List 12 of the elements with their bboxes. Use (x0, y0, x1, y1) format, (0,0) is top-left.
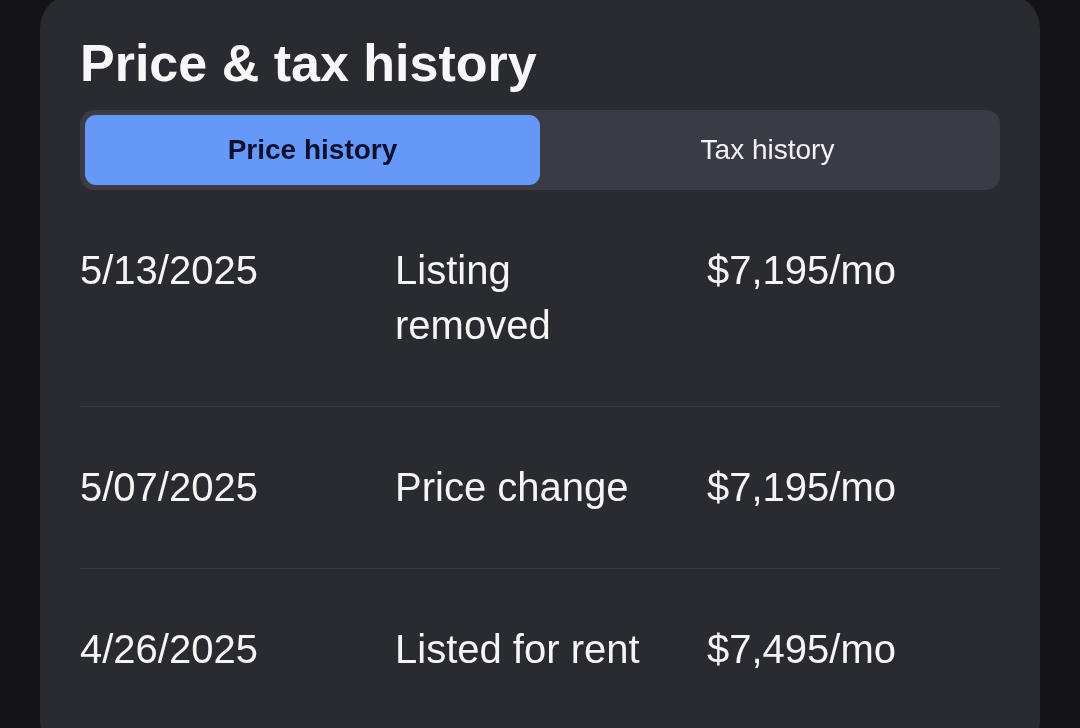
price-cell-text: $7,195/mo (707, 464, 898, 511)
section-title: Price & tax history (80, 34, 538, 92)
date-cell-text: 5/13/2025 (80, 247, 259, 294)
event-cell-text: Listed for rent (395, 626, 641, 673)
event-cell-text: Price change (395, 464, 630, 511)
price-cell-text: $7,195/mo (707, 247, 898, 294)
date-cell-text: 4/26/2025 (80, 626, 259, 673)
event-cell-text: Listing removed (395, 247, 552, 349)
date-cell-text: 5/07/2025 (80, 464, 259, 511)
tab[interactable]: Price history (85, 115, 540, 185)
price-cell-text: $7,495/mo (707, 626, 898, 673)
tab[interactable]: Tax history (540, 115, 995, 185)
